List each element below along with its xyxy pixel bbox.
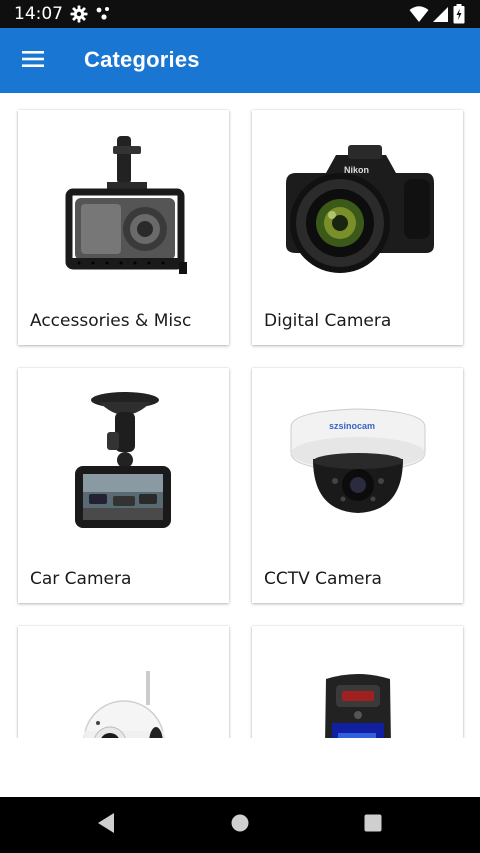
menu-button[interactable] [10,38,56,84]
dash-camera-image [18,368,229,558]
wifi-camera-image [18,626,229,738]
category-card-accessories[interactable]: Accessories & Misc [18,110,229,345]
digital-camera-image: Nikon [252,110,463,300]
system-nav-bar [0,797,480,853]
camera-cage-image [18,110,229,300]
category-label: Car Camera [30,569,132,589]
category-label: Digital Camera [264,311,392,331]
dots-icon [96,6,112,27]
category-card-thermal-camera[interactable] [252,626,463,738]
category-card-cctv-camera[interactable]: szsinocam CCTV Camera [252,368,463,603]
category-label: CCTV Camera [264,569,382,589]
hamburger-menu-icon [21,50,45,73]
wifi-icon [409,5,429,28]
category-card-wifi-camera[interactable] [18,626,229,738]
home-icon [230,813,250,838]
category-label: Accessories & Misc [30,311,192,331]
gear-icon [70,5,88,28]
brand-label: szsinocam [329,421,375,431]
battery-icon [453,4,465,29]
signal-icon [432,5,449,28]
category-grid: Accessories & Misc Nikon Digital Camera [0,93,480,738]
thermal-camera-image [252,626,463,738]
back-icon [96,812,116,839]
status-time: 14:07 [14,4,63,24]
app-bar: Categories [0,28,480,93]
dome-cctv-image: szsinocam [252,368,463,558]
category-card-digital-camera[interactable]: Nikon Digital Camera [252,110,463,345]
status-bar: 14:07 [0,0,480,28]
back-button[interactable] [94,812,118,839]
svg-text:Nikon: Nikon [344,165,369,175]
page-title: Categories [84,47,200,72]
home-button[interactable] [228,813,252,837]
category-card-car-camera[interactable]: Car Camera [18,368,229,603]
recents-button[interactable] [361,813,385,837]
recents-icon [363,813,383,838]
